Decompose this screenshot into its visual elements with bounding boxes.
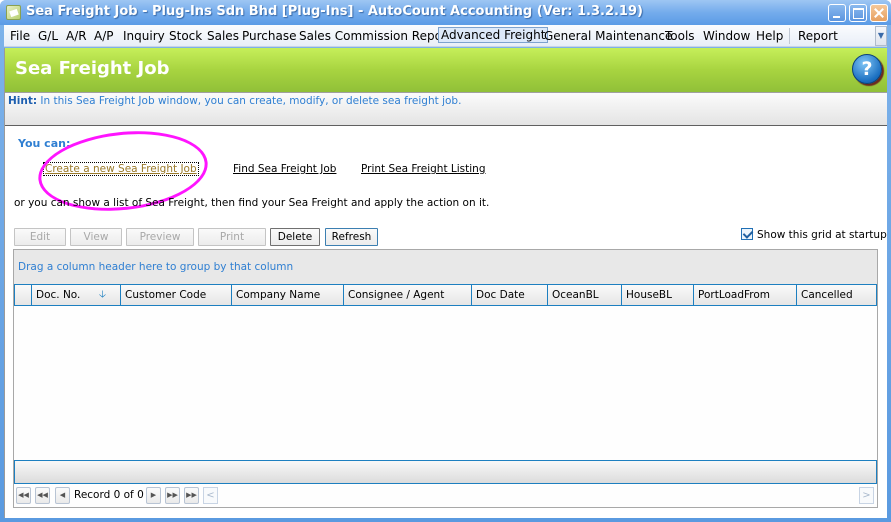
hint-label: Hint:: [8, 95, 38, 107]
show-grid-checkbox[interactable]: [741, 228, 753, 240]
menu-inquiry[interactable]: Inquiry: [121, 28, 167, 44]
page-banner: Sea Freight Job ?: [4, 48, 887, 92]
menu-general-maintenance[interactable]: General Maintenance: [542, 28, 674, 44]
sort-descending-icon: 🡣: [98, 289, 106, 300]
column-header-label: Doc. No.: [36, 289, 81, 301]
menu-stock[interactable]: Stock: [167, 28, 204, 44]
column-header-doc-date[interactable]: Doc Date: [472, 285, 548, 305]
grid-header-row: Doc. No. 🡣 Customer Code Company Name Con…: [14, 284, 877, 306]
menu-ap[interactable]: A/P: [92, 28, 116, 44]
column-header-customer-code[interactable]: Customer Code: [121, 285, 232, 305]
menu-advanced-freight[interactable]: Advanced Freight: [438, 27, 549, 43]
maximize-button[interactable]: [849, 4, 867, 22]
scroll-left-icon[interactable]: <: [203, 487, 218, 504]
hint-bar: Hint: In this Sea Freight Job window, yo…: [4, 92, 887, 126]
menu-report[interactable]: Report: [796, 28, 840, 44]
last-record-icon[interactable]: ▶▶: [184, 487, 199, 504]
menu-file[interactable]: File: [8, 28, 32, 44]
print-sea-freight-listing-link[interactable]: Print Sea Freight Listing: [361, 163, 486, 175]
title-bar[interactable]: Sea Freight Job - Plug-Ins Sdn Bhd [Plug…: [0, 0, 891, 25]
grid-body[interactable]: [14, 306, 877, 460]
next-record-icon[interactable]: ▶: [146, 487, 161, 504]
row-indicator-header: [15, 285, 32, 305]
previous-page-icon[interactable]: ◀◀: [35, 487, 50, 504]
record-count: Record 0 of 0: [74, 489, 144, 501]
column-header-consignee-agent[interactable]: Consignee / Agent: [344, 285, 472, 305]
column-header-company-name[interactable]: Company Name: [232, 285, 344, 305]
chevron-down-icon[interactable]: ▼: [875, 26, 887, 46]
window-title: Sea Freight Job - Plug-Ins Sdn Bhd [Plug…: [26, 4, 643, 19]
app-window: Sea Freight Job - Plug-Ins Sdn Bhd [Plug…: [0, 0, 891, 522]
app-icon: [6, 5, 21, 20]
column-header-portloadfrom[interactable]: PortLoadFrom: [694, 285, 797, 305]
description-text: or you can show a list of Sea Freight, t…: [14, 197, 490, 209]
menu-bar: File G/L A/R A/P Inquiry Stock Sales Pur…: [4, 25, 887, 47]
group-by-hint: Drag a column header here to group by th…: [18, 261, 294, 273]
column-header-housebl[interactable]: HouseBL: [622, 285, 694, 305]
menu-ar[interactable]: A/R: [64, 28, 89, 44]
find-sea-freight-job-link[interactable]: Find Sea Freight Job: [233, 163, 336, 175]
help-icon[interactable]: ?: [852, 54, 882, 84]
view-button[interactable]: View: [70, 228, 122, 246]
you-can-label: You can:: [18, 137, 71, 150]
delete-button[interactable]: Delete: [270, 228, 320, 246]
previous-record-icon[interactable]: ◀: [55, 487, 70, 504]
menu-sales[interactable]: Sales: [205, 28, 241, 44]
column-header-doc-no[interactable]: Doc. No. 🡣: [32, 285, 121, 305]
menu-window[interactable]: Window: [701, 28, 752, 44]
menu-purchase[interactable]: Purchase: [240, 28, 299, 44]
close-button[interactable]: [870, 4, 888, 22]
preview-button[interactable]: Preview: [126, 228, 194, 246]
record-navigator: ◀◀ ◀◀ ◀ Record 0 of 0 ▶ ▶▶ ▶▶ < >: [14, 485, 877, 507]
menu-separator: [789, 28, 790, 44]
minimize-button[interactable]: [828, 4, 846, 22]
next-page-icon[interactable]: ▶▶: [165, 487, 180, 504]
create-sea-freight-job-link[interactable]: Create a new Sea Freight Job: [43, 162, 199, 176]
hint-message: In this Sea Freight Job window, you can …: [37, 95, 462, 107]
grid-footer-row: [14, 460, 877, 484]
refresh-button[interactable]: Refresh: [325, 228, 378, 246]
column-header-oceanbl[interactable]: OceanBL: [548, 285, 622, 305]
print-button[interactable]: Print: [198, 228, 266, 246]
show-grid-label: Show this grid at startup: [757, 229, 887, 241]
menu-gl[interactable]: G/L: [36, 28, 60, 44]
show-grid-startup[interactable]: Show this grid at startup: [741, 228, 887, 241]
page-title: Sea Freight Job: [15, 58, 170, 79]
edit-button[interactable]: Edit: [14, 228, 66, 246]
scroll-right-icon[interactable]: >: [859, 487, 874, 504]
menu-tools[interactable]: Tools: [663, 28, 697, 44]
menu-sales-commission-report[interactable]: Sales Commission Report: [297, 28, 454, 44]
first-record-icon[interactable]: ◀◀: [16, 487, 31, 504]
content-border: [4, 48, 5, 518]
column-header-cancelled[interactable]: Cancelled: [797, 285, 876, 305]
main-content: Sea Freight Job ? Hint: In this Sea Frei…: [4, 48, 887, 518]
data-grid: Drag a column header here to group by th…: [13, 249, 878, 508]
group-by-panel[interactable]: Drag a column header here to group by th…: [14, 250, 877, 284]
menu-help[interactable]: Help: [754, 28, 785, 44]
hint-text: Hint: In this Sea Freight Job window, yo…: [8, 95, 461, 107]
